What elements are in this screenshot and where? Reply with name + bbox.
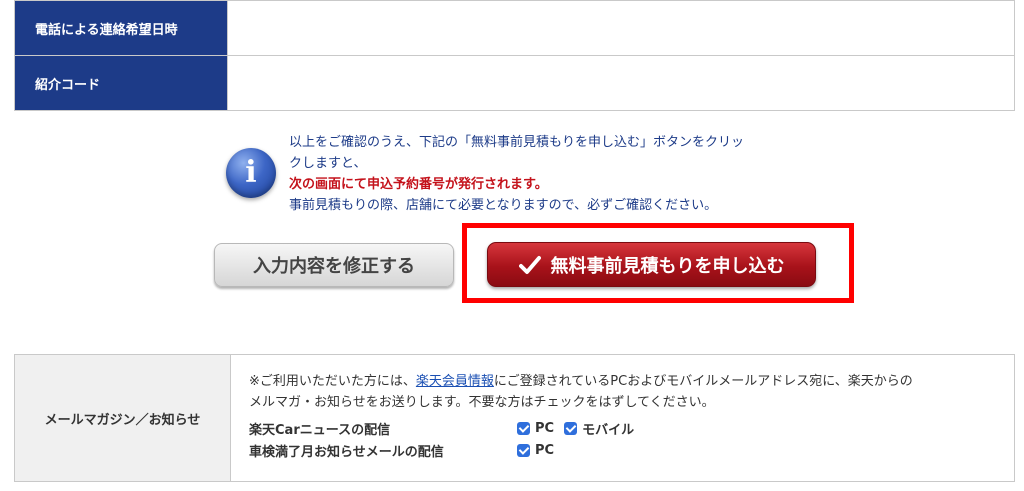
notice-line: 事前見積もりの際、店舗にて必要となりますので、必ずご確認ください。 [289,198,718,213]
checkbox-checked-icon [517,421,530,435]
checkbox-car-news-mobile[interactable]: モバイル [564,419,634,438]
page: 電話による連絡希望日時 紹介コード i 以上をご確認のうえ、下記の「無料事前見積… [0,0,1024,491]
desc-text: ※ご利用いただいた方には、 [249,374,416,389]
notice-text: 以上をご確認のうえ、下記の「無料事前見積もりを申し込む」ボタンをクリッ クします… [289,132,809,216]
info-icon-glyph: i [245,155,257,190]
mail-magazine-description: ※ご利用いただいた方には、楽天会員情報にご登録されているPCおよびモバイルメール… [249,371,996,413]
desc-text: メルマガ・お知らせをお送りします。不要な方はチェックをはずしてください。 [249,395,715,410]
checkbox-label: モバイル [582,422,635,438]
row-label-contact-datetime: 電話による連絡希望日時 [14,0,228,56]
option-row-car-news: 楽天Carニュースの配信 PC モバイル [249,417,996,439]
table-row: 電話による連絡希望日時 [14,0,1015,56]
info-icon: i [226,148,276,198]
submit-estimate-button-label: 無料事前見積もりを申し込む [550,255,785,277]
checkbox-inspection-pc[interactable]: PC [517,443,554,458]
row-value-contact-datetime [227,0,1015,56]
checkbox-checked-icon [517,443,530,457]
notice-line: 以上をご確認のうえ、下記の「無料事前見積もりを申し込む」ボタンをクリッ [289,135,745,150]
checkmark-icon [518,255,541,274]
mail-magazine-table: メールマガジン／お知らせ ※ご利用いただいた方には、楽天会員情報にご登録されてい… [14,354,1015,482]
checkbox-label: PC [535,442,555,458]
option-row-inspection-mail: 車検満了月お知らせメールの配信 PC [249,439,996,461]
mail-magazine-label: メールマガジン／お知らせ [14,354,231,482]
checkbox-label: PC [535,420,555,436]
checkbox-checked-icon [564,421,578,435]
desc-text: にご登録されているPCおよびモバイルメールアドレス宛に、楽天からの [493,374,913,389]
notice-line: クしますと、 [289,156,367,171]
rakuten-member-info-link[interactable]: 楽天会員情報 [416,374,494,389]
option-label: 楽天Carニュースの配信 [249,422,391,438]
table-row: メールマガジン／お知らせ ※ご利用いただいた方には、楽天会員情報にご登録されてい… [14,354,1015,482]
edit-input-button[interactable]: 入力内容を修正する [214,243,454,287]
row-value-referral-code [227,55,1015,111]
submit-estimate-button[interactable]: 無料事前見積もりを申し込む [487,242,816,287]
notice-warning: 次の画面にて申込予約番号が発行されます。 [289,177,548,192]
mail-magazine-content: ※ご利用いただいた方には、楽天会員情報にご登録されているPCおよびモバイルメール… [230,354,1015,482]
row-label-referral-code: 紹介コード [14,55,228,111]
edit-input-button-label: 入力内容を修正する [253,256,415,277]
checkbox-car-news-pc[interactable]: PC [517,421,554,436]
option-label: 車検満了月お知らせメールの配信 [249,444,444,460]
contact-table: 電話による連絡希望日時 紹介コード [14,0,1015,111]
table-row: 紹介コード [14,55,1015,111]
